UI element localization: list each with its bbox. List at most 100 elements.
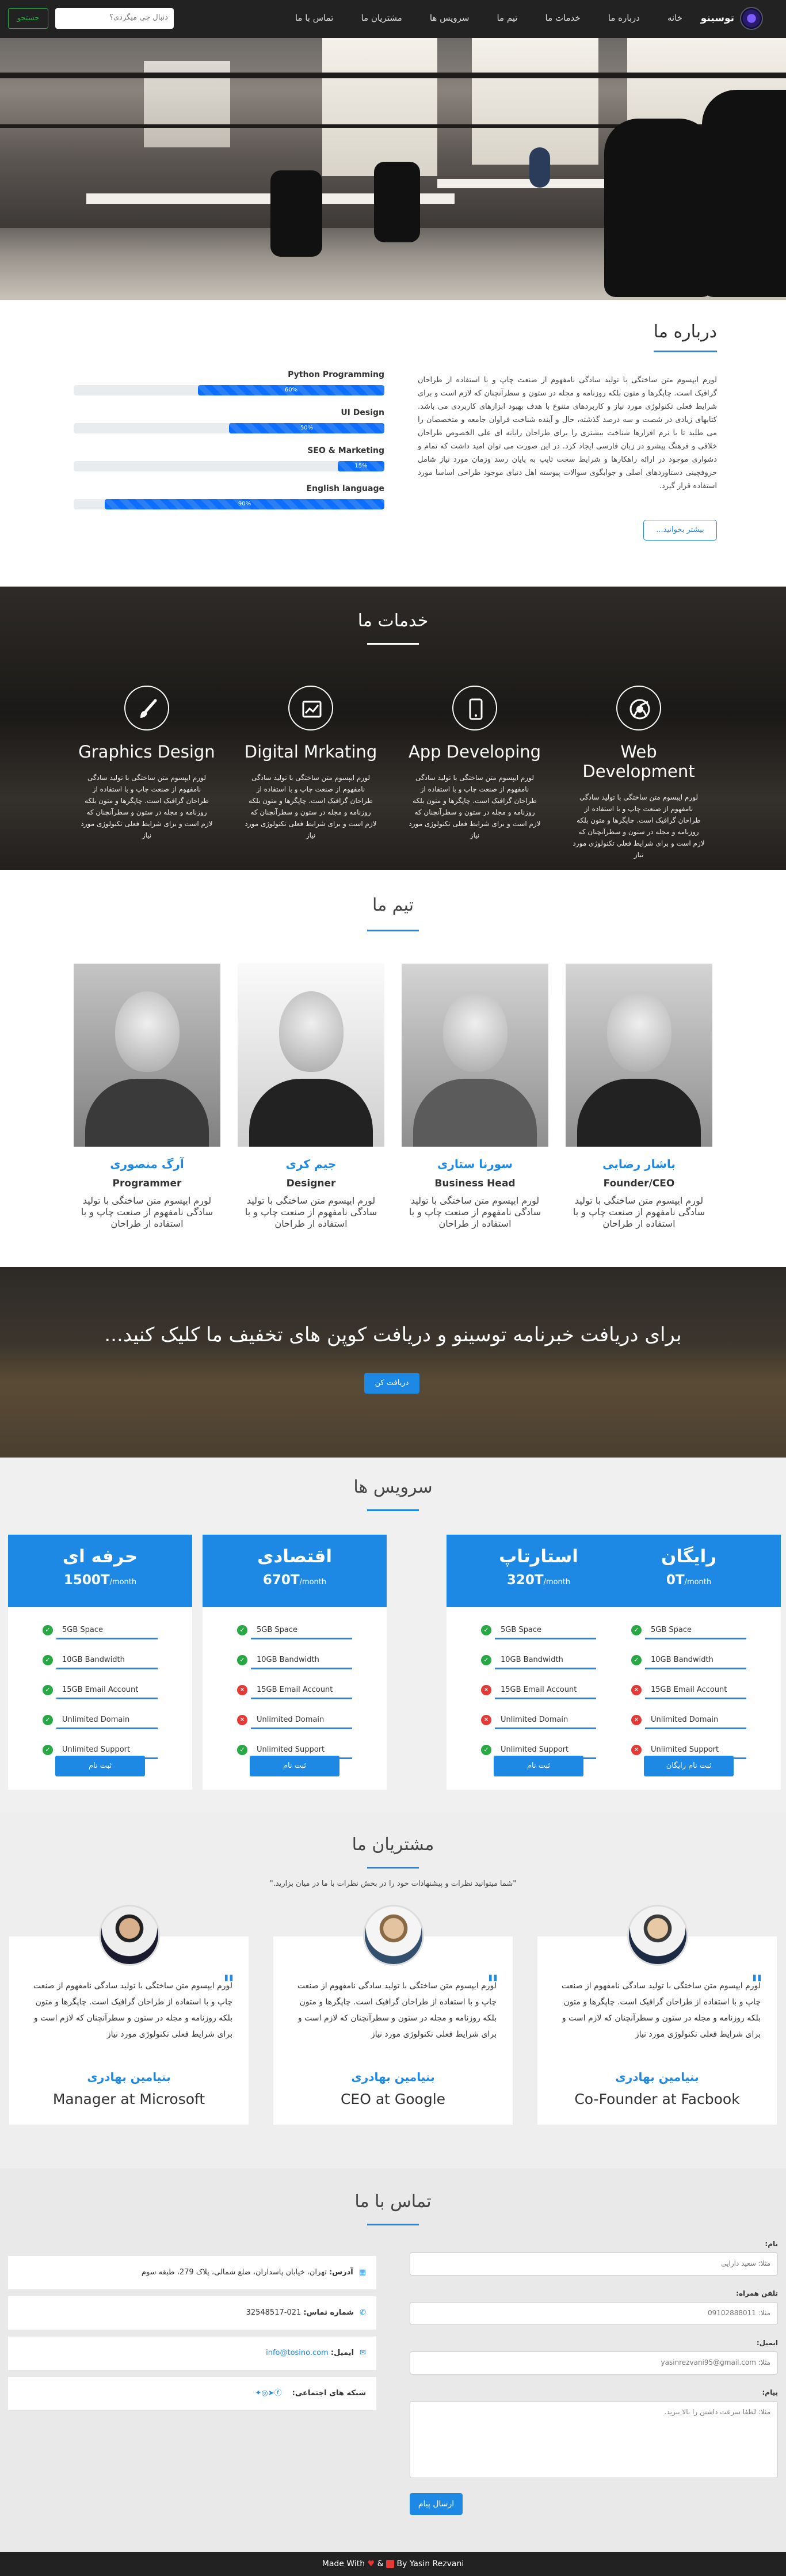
testimonial-text: لورم ایپسوم متن ساختگی با تولید سادگی نا… [33, 1981, 232, 2039]
email-label: ایمیل: [756, 2339, 778, 2347]
skill-fill: 50% [229, 423, 384, 433]
signup-button[interactable]: ثبت نام [494, 1756, 583, 1776]
cross-icon: ✕ [237, 1685, 247, 1695]
plan-price: 1500T/month [8, 1573, 192, 1588]
cross-icon: ✕ [237, 1715, 247, 1725]
plan-header: اقتصادی 670T/month [203, 1535, 387, 1607]
clients-section: مشتریان ما "شما میتوانید نظرات و پیشنهاد… [0, 1812, 786, 2168]
feature-underline [495, 1638, 596, 1639]
facebook-icon[interactable]: ⓕ [274, 2389, 281, 2398]
check-icon: ✓ [43, 1685, 53, 1695]
instagram-icon[interactable]: ◎ [261, 2389, 268, 2398]
skill-bar: 15% [74, 461, 384, 471]
title-underline [367, 930, 419, 931]
brush-icon [124, 686, 169, 730]
member-desc: لورم ایپسوم متن ساختگی با تولید سادگی نا… [573, 1195, 705, 1229]
plan-price-value: 1500T [63, 1573, 110, 1588]
message-label: پیام: [762, 2388, 778, 2396]
feature-text: 5GB Space [62, 1626, 104, 1634]
cross-icon: ✕ [481, 1715, 491, 1725]
footer-made: Made With [322, 2559, 365, 2569]
service-marketing: Digital Mrkating لورم ایپسوم متن ساختگی … [239, 686, 383, 841]
testimonial-role: Co-Founder at Facbook [574, 2091, 740, 2107]
heart-icon: ♥ [367, 2559, 375, 2569]
nav-item-plans[interactable]: سرویس ها [430, 13, 470, 23]
signup-button[interactable]: ثبت نام رایگان [644, 1756, 734, 1776]
member-photo [74, 964, 220, 1147]
email-value[interactable]: info@tosino.com [266, 2349, 329, 2357]
search-button[interactable]: جستجو [8, 8, 48, 29]
signup-button[interactable]: ثبت نام [55, 1756, 145, 1776]
skill-ui: UI Design 50% [74, 408, 384, 433]
phone-field[interactable]: مثلا: 09102888011 [410, 2302, 778, 2325]
chrome-icon [616, 686, 661, 730]
nav-menu: خانه درباره ما خدمات ما تیم ما سرویس ها … [268, 13, 682, 23]
skill-label: Python Programming [288, 370, 384, 379]
envelope-icon: ✉ [360, 2349, 366, 2357]
feature-text: 15GB Email Account [501, 1685, 577, 1694]
name-field[interactable]: مثلا: سعید دارایی [410, 2252, 778, 2276]
nav-item-contact[interactable]: تماس با ما [295, 13, 334, 23]
check-icon: ✓ [43, 1655, 53, 1665]
feature-text: 15GB Email Account [62, 1685, 139, 1694]
feature-underline [56, 1728, 158, 1729]
signup-button[interactable]: ثبت نام [250, 1756, 339, 1776]
title-underline [367, 1867, 419, 1869]
plan-feature: ✓ 10GB Bandwidth [481, 1647, 596, 1677]
plan-feature: ✓ 5GB Space [631, 1618, 746, 1647]
skill-english: English language 90% [74, 484, 384, 509]
contact-title: تماس با ما [354, 2191, 432, 2212]
building-icon: ▦ [358, 2268, 366, 2277]
phone-info: ✆ شماره تماس: 021-32548517 [8, 2296, 376, 2330]
team-title: تیم ما [372, 895, 414, 915]
name-label: نام: [765, 2240, 778, 2248]
about-text: لورم ایپسوم متن ساختگی با تولید سادگی نا… [418, 376, 717, 490]
send-button[interactable]: ارسال پیام [410, 2493, 463, 2515]
plan-feature: ✕ 15GB Email Account [481, 1677, 596, 1707]
feature-underline [56, 1698, 158, 1699]
feature-underline [495, 1668, 596, 1669]
service-title: Web Development [582, 742, 695, 781]
plan-period: /month [299, 1578, 327, 1586]
email-field[interactable]: مثلا: yasinrezvani95@gmail.com [410, 2351, 778, 2375]
avatar [627, 1905, 688, 1966]
feature-underline [495, 1728, 596, 1729]
feature-underline [645, 1638, 746, 1639]
read-more-button[interactable]: بیشتر بخوانید... [643, 520, 717, 541]
pricing-card: اقتصادی 670T/month ✓ 5GB Space ✓ 10GB Bandwid… [203, 1535, 387, 1790]
feature-text: Unlimited Support [651, 1745, 719, 1754]
newsletter-button[interactable]: دریافت کن [364, 1373, 419, 1394]
avatar [99, 1905, 160, 1966]
skill-label: SEO & Marketing [307, 446, 384, 455]
testimonial-card: " لورم ایپسوم متن ساختگی با تولید سادگی … [9, 1905, 249, 2125]
plan-period: /month [109, 1578, 137, 1586]
service-title: Digital Mrkating [244, 742, 377, 762]
feature-text: Unlimited Support [62, 1745, 131, 1754]
about-section: درباره ما لورم ایپسوم متن ساختگی با تولی… [0, 300, 786, 587]
telegram-icon[interactable]: ➤ [268, 2389, 274, 2398]
feature-underline [645, 1698, 746, 1699]
search-input[interactable]: دنبال چی میگردی؟ [55, 8, 174, 29]
skill-label: English language [306, 484, 385, 493]
feature-underline [645, 1668, 746, 1669]
feature-underline [56, 1638, 158, 1639]
brand[interactable]: توسینو [701, 7, 763, 30]
member-desc: لورم ایپسوم متن ساختگی با تولید سادگی نا… [81, 1195, 213, 1229]
skill-bar: 60% [74, 385, 384, 395]
title-underline [367, 643, 419, 645]
logo-icon [740, 7, 763, 30]
member-desc: لورم ایپسوم متن ساختگی با تولید سادگی نا… [409, 1195, 541, 1229]
nav-item-clients[interactable]: مشتریان ما [361, 13, 402, 23]
feature-underline [251, 1728, 352, 1729]
nav-item-home[interactable]: خانه [667, 13, 682, 23]
nav-item-team[interactable]: تیم ما [497, 13, 517, 23]
testimonial-name: بنیامین بهادری [615, 2070, 699, 2084]
twitter-icon[interactable]: ✦ [255, 2389, 261, 2398]
nav-item-about[interactable]: درباره ما [608, 13, 640, 23]
plan-feature: ✓ 10GB Bandwidth [43, 1647, 158, 1677]
member-name: جیم کری [285, 1157, 337, 1171]
message-field[interactable]: مثلا: لطفا سرعت داشتن را بالا ببرید. [410, 2401, 778, 2478]
plan-feature: ✕ 15GB Email Account [631, 1677, 746, 1707]
nav-item-services[interactable]: خدمات ما [545, 13, 581, 23]
team-member: باشار رضایی Founder/CEO لورم ایپسوم متن … [566, 964, 712, 1230]
